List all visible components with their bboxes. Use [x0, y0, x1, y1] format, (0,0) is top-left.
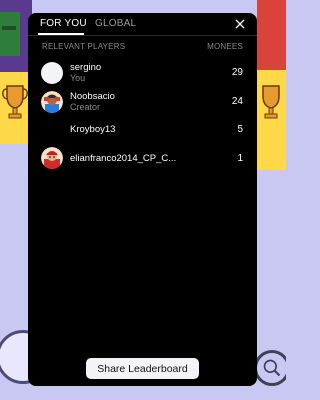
magnifier-icon [254, 350, 286, 386]
column-header-monees: MONEES [207, 42, 243, 51]
leaderboard-header: RELEVANT PLAYERS MONEES [28, 42, 257, 54]
tab-global[interactable]: GLOBAL [95, 18, 136, 29]
close-icon[interactable] [234, 18, 246, 30]
trophy-icon [262, 85, 280, 119]
leaderboard-row[interactable]: Kroyboy13 5 [28, 119, 257, 147]
tab-for-you[interactable]: FOR YOU [40, 18, 87, 29]
tabs-divider [28, 35, 257, 36]
background-green-tile [0, 12, 20, 56]
avatar [41, 91, 63, 113]
column-header-players: RELEVANT PLAYERS [42, 42, 126, 51]
leaderboard-row[interactable]: elianfranco2014_CP_C... 1 [28, 147, 257, 175]
share-leaderboard-button[interactable]: Share Leaderboard [86, 358, 199, 379]
trophy-icon [2, 85, 28, 119]
player-score: 29 [231, 67, 243, 78]
player-score: 1 [237, 153, 243, 164]
background-tile-mark [2, 26, 16, 30]
avatar [41, 147, 63, 169]
player-subtitle: You [70, 73, 86, 83]
leaderboard-row[interactable]: Noobsacio Creator 24 [28, 90, 257, 118]
background-red-block [257, 0, 286, 70]
avatar [41, 62, 63, 84]
leaderboard-row[interactable]: sergino You 29 [28, 61, 257, 89]
player-subtitle: Creator [70, 102, 101, 112]
player-score: 5 [237, 124, 243, 135]
player-name: Kroyboy13 [70, 124, 116, 135]
player-score: 24 [231, 96, 243, 107]
player-name: Noobsacio [70, 91, 115, 102]
leaderboard-panel: FOR YOU GLOBAL RELEVANT PLAYERS MONEES s… [28, 13, 257, 386]
player-name: sergino [70, 62, 102, 73]
player-name: elianfranco2014_CP_C... [70, 153, 177, 164]
leaderboard-tabs: FOR YOU GLOBAL [28, 13, 257, 35]
